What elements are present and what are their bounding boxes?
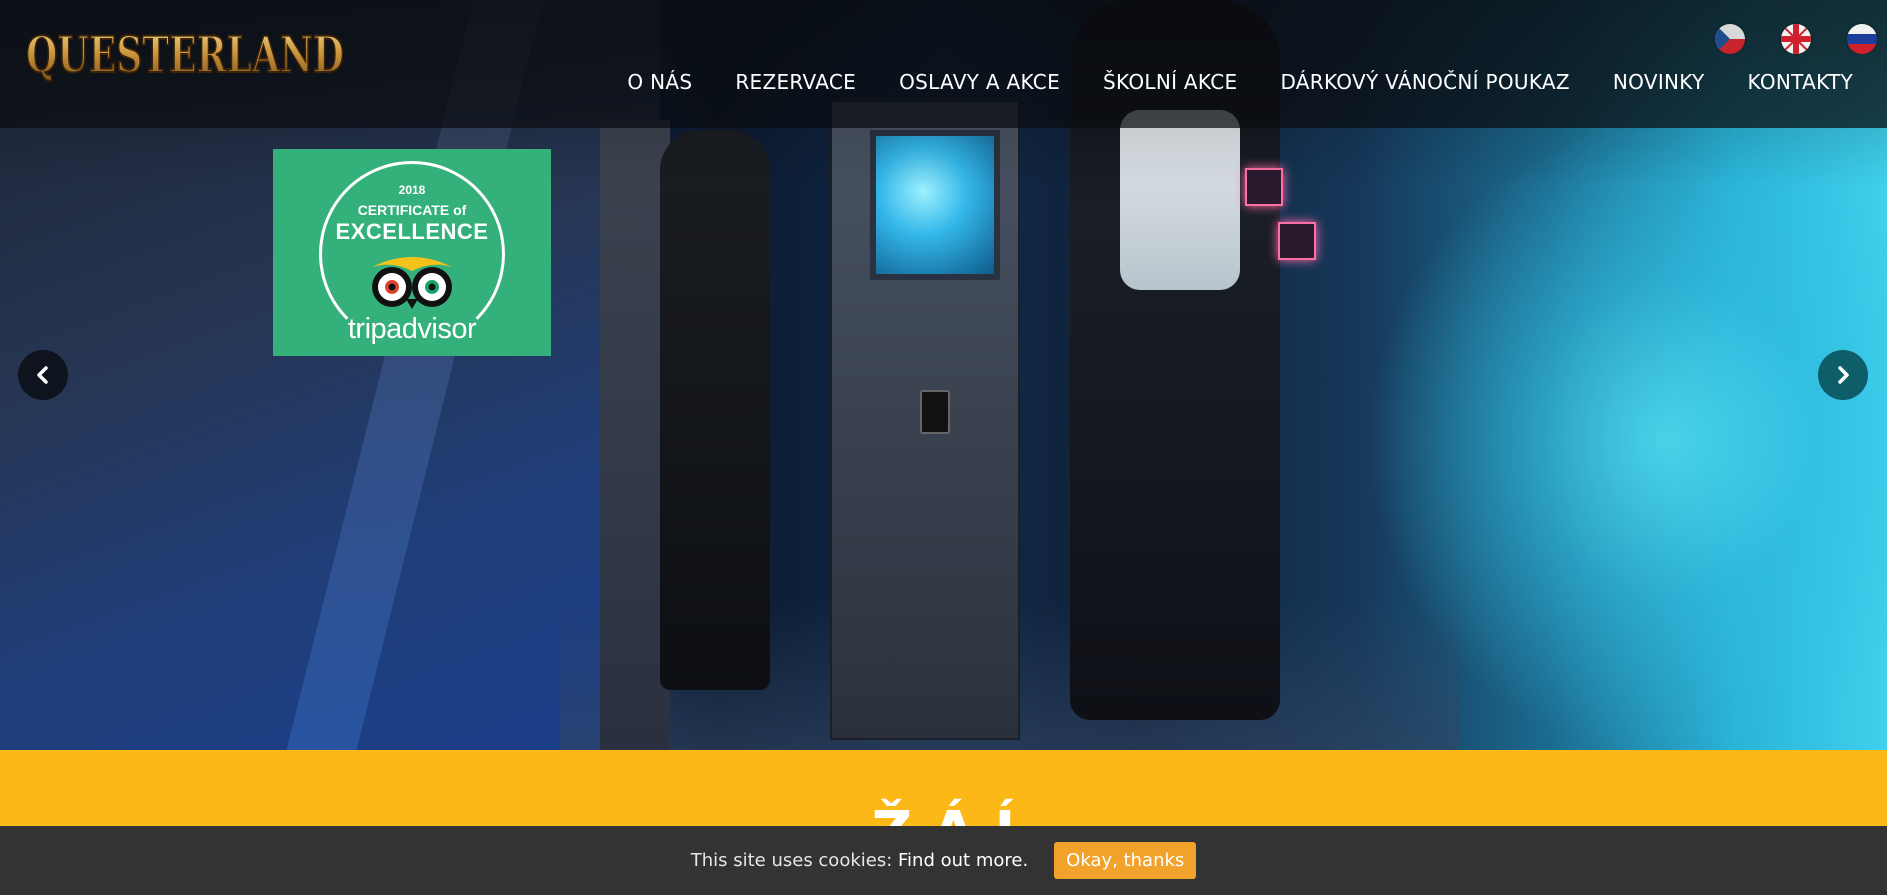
russian-flag-icon[interactable]: [1847, 24, 1877, 54]
badge-brand-text: tripadvisor: [347, 313, 477, 345]
badge-year: 2018: [398, 183, 426, 197]
badge-certificate-text: CERTIFICATE of: [357, 202, 467, 218]
tripadvisor-owl-icon: [372, 257, 452, 309]
tripadvisor-certificate-badge[interactable]: 2018 CERTIFICATE of EXCELLENCE tripadvis…: [273, 149, 551, 356]
chevron-right-icon: [1838, 366, 1849, 384]
site-header: QUESTERLAND O NÁS REZERVACE OSLAVY A AKC…: [0, 0, 1887, 128]
nav-item-rezervace[interactable]: REZERVACE: [735, 70, 856, 94]
nav-item-o-nas[interactable]: O NÁS: [627, 70, 692, 94]
cookie-find-out-more-link[interactable]: Find out more.: [898, 850, 1028, 871]
czech-flag-icon[interactable]: [1715, 24, 1745, 54]
carousel-prev-button[interactable]: [18, 350, 68, 400]
cookie-message: This site uses cookies: Find out more.: [691, 850, 1028, 871]
uk-flag-icon[interactable]: [1781, 24, 1811, 54]
chevron-left-icon: [37, 366, 48, 384]
cookie-accept-button[interactable]: Okay, thanks: [1054, 842, 1197, 879]
page: QUESTERLAND O NÁS REZERVACE OSLAVY A AKC…: [0, 0, 1887, 895]
questerland-logo[interactable]: QUESTERLAND: [22, 18, 352, 90]
nav-item-skolni-akce[interactable]: ŠKOLNÍ AKCE: [1103, 70, 1237, 94]
cookie-bar: This site uses cookies: Find out more. O…: [0, 826, 1887, 895]
nav-item-novinky[interactable]: NOVINKY: [1613, 70, 1705, 94]
carousel-next-button[interactable]: [1818, 350, 1868, 400]
cookie-text: This site uses cookies:: [690, 850, 893, 871]
language-switcher: [1715, 24, 1877, 54]
logo-image: QUESTERLAND: [25, 24, 345, 85]
badge-excellence-text: EXCELLENCE: [335, 219, 489, 244]
nav-item-darkovy-poukaz[interactable]: DÁRKOVÝ VÁNOČNÍ POUKAZ: [1280, 70, 1569, 94]
main-navigation: O NÁS REZERVACE OSLAVY A AKCE ŠKOLNÍ AKC…: [627, 70, 1853, 94]
nav-item-kontakty[interactable]: KONTAKTY: [1748, 70, 1853, 94]
svg-text:QUESTERLAND: QUESTERLAND: [26, 25, 344, 84]
nav-item-oslavy-a-akce[interactable]: OSLAVY A AKCE: [899, 70, 1060, 94]
